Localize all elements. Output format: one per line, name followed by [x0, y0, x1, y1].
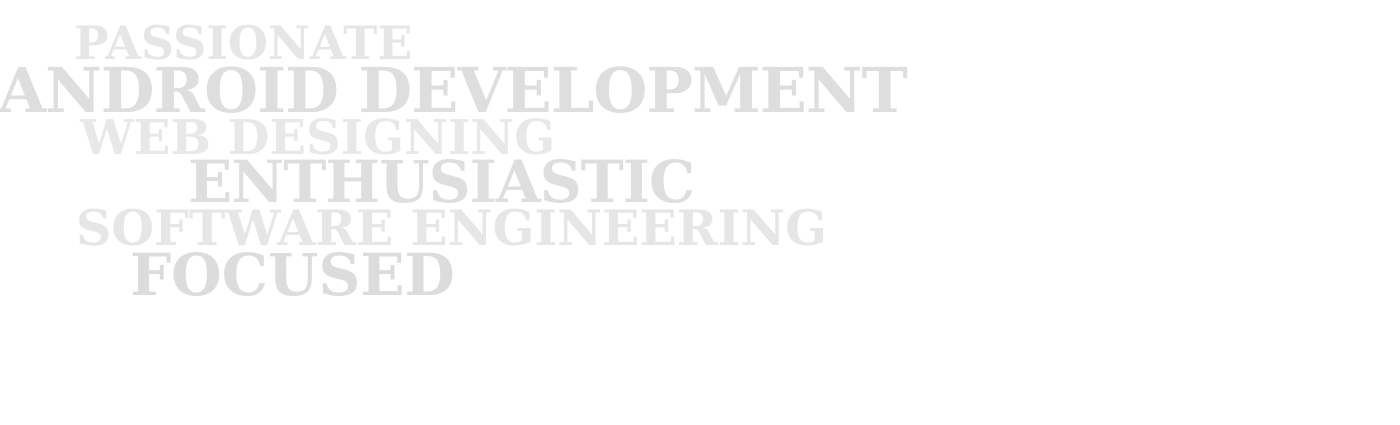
word-cloud: PASSIONATE ANDROID DEVELOPMENT WEB DESIG… — [0, 0, 1400, 425]
word-focused: FOCUSED — [130, 241, 455, 309]
